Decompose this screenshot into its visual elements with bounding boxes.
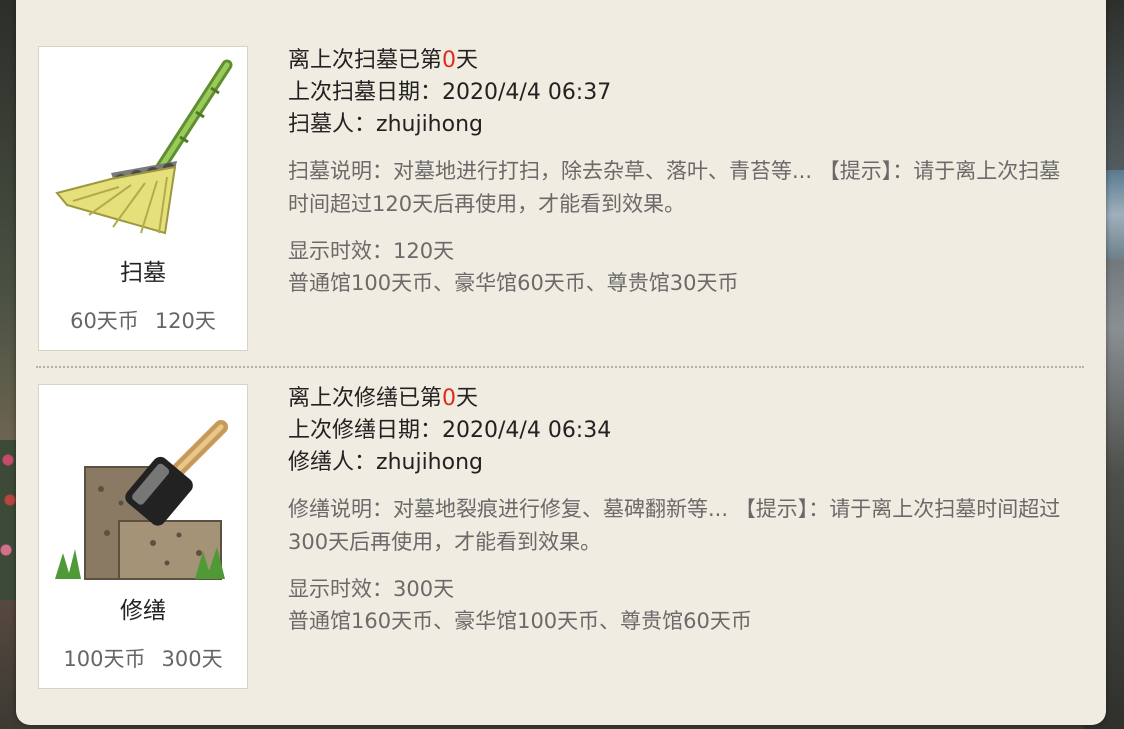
description: 扫墓说明：对墓地进行打扫，除去杂草、落叶、青苔等... 【提示】：请于离上次扫墓…	[288, 159, 1061, 216]
date-value: 2020/4/4 06:37	[442, 80, 612, 105]
repair-info: 离上次修缮已第0天 上次修缮日期：2020/4/4 06:34 修缮人：zhuj…	[288, 383, 1078, 637]
person-line: 修缮人：zhujihong	[288, 447, 1078, 479]
effect-duration: 显示时效：300天	[288, 577, 455, 601]
person-label: 扫墓人：	[288, 112, 377, 137]
last-date-line: 上次修缮日期：2020/4/4 06:34	[288, 415, 1078, 447]
days-prefix: 离上次修缮已第	[288, 386, 443, 411]
item-name: 修缮	[120, 598, 166, 624]
last-date-line: 上次扫墓日期：2020/4/4 06:37	[288, 77, 1078, 109]
date-label: 上次修缮日期：	[288, 418, 443, 443]
date-value: 2020/4/4 06:34	[442, 418, 612, 443]
days-prefix: 离上次扫墓已第	[288, 48, 443, 73]
hall-prices: 普通馆160天币、豪华馆100天币、尊贵馆60天币	[288, 609, 752, 633]
price-duration: 300天	[161, 647, 223, 671]
days-since-line: 离上次扫墓已第0天	[288, 45, 1078, 77]
item-price: 60天币 120天	[39, 305, 247, 335]
days-since-line: 离上次修缮已第0天	[288, 383, 1078, 415]
effect-duration: 显示时效：120天	[288, 239, 455, 263]
hall-prices: 普通馆100天币、豪华馆60天币、尊贵馆30天币	[288, 271, 739, 295]
price-coins: 60天币	[70, 309, 139, 333]
hammer-brick-icon	[55, 420, 228, 580]
description: 修缮说明：对墓地裂痕进行修复、墓碑翻新等... 【提示】：请于离上次扫墓时间超过…	[288, 497, 1061, 554]
person-line: 扫墓人：zhujihong	[288, 109, 1078, 141]
item-name: 扫墓	[120, 260, 166, 286]
days-suffix: 天	[456, 386, 479, 411]
price-coins: 100天币	[63, 647, 146, 671]
item-price: 100天币 300天	[39, 643, 247, 673]
sweep-info: 离上次扫墓已第0天 上次扫墓日期：2020/4/4 06:37 扫墓人：zhuj…	[288, 45, 1078, 299]
date-label: 上次扫墓日期：	[288, 80, 443, 105]
background-window	[1106, 170, 1124, 260]
sweep-card[interactable]: 扫墓 60天币 120天	[38, 46, 248, 351]
person-value: zhujihong	[376, 450, 483, 475]
days-suffix: 天	[456, 48, 479, 73]
repair-card[interactable]: 修缮 100天币 300天	[38, 384, 248, 689]
divider	[36, 366, 1084, 368]
person-label: 修缮人：	[288, 450, 377, 475]
days-value: 0	[442, 386, 457, 411]
meta-block: 显示时效：120天 普通馆100天币、豪华馆60天币、尊贵馆30天币	[288, 235, 1078, 299]
days-value: 0	[442, 48, 457, 73]
meta-block: 显示时效：300天 普通馆160天币、豪华馆100天币、尊贵馆60天币	[288, 573, 1078, 637]
broom-icon	[55, 59, 233, 235]
person-value: zhujihong	[376, 112, 483, 137]
price-duration: 120天	[154, 309, 216, 333]
